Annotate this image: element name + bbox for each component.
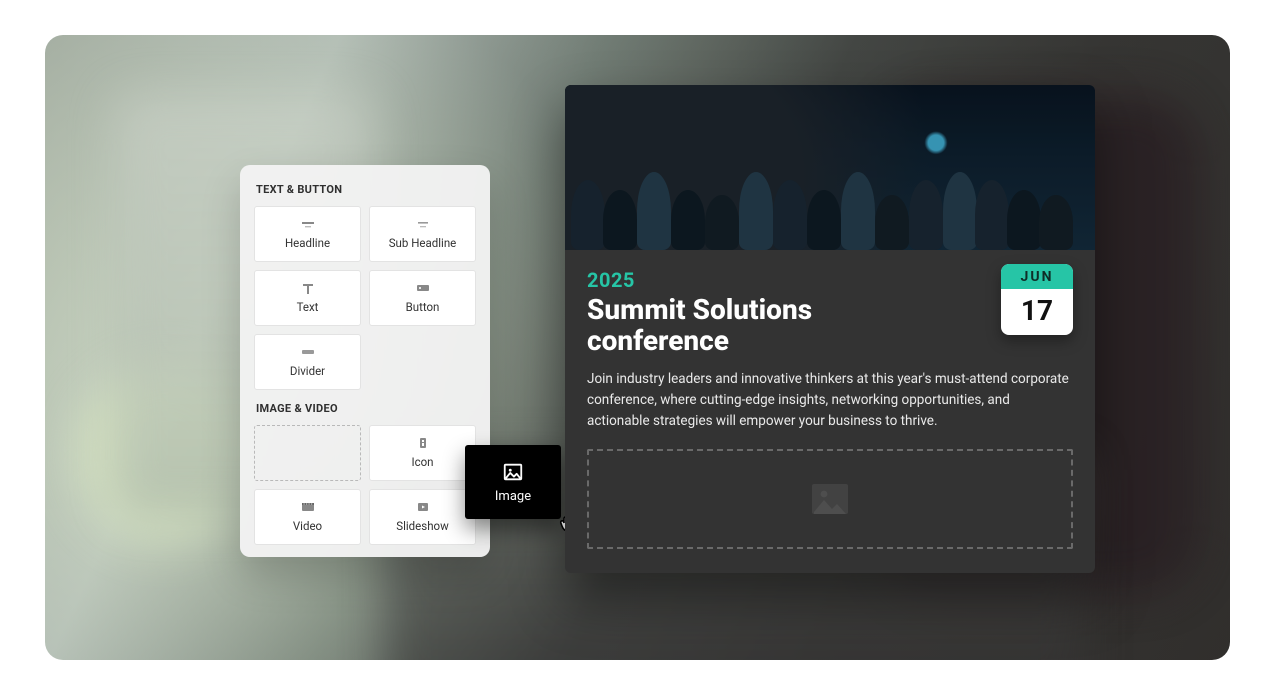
palette-section-heading-text-button: TEXT & BUTTON (256, 183, 474, 196)
tile-text[interactable]: Text (254, 270, 361, 326)
image-dropzone[interactable] (587, 449, 1073, 549)
headline-icon (300, 218, 316, 230)
info-icon (415, 437, 431, 449)
tile-label: Sub Headline (389, 236, 457, 250)
dragging-tile-image[interactable]: Image (465, 445, 561, 519)
sub-headline-icon (415, 218, 431, 230)
preview-card: JUN 17 2025 Summit Solutions conference … (565, 85, 1095, 573)
event-description: Join industry leaders and innovative thi… (587, 369, 1073, 432)
dragging-tile-label: Image (495, 489, 531, 504)
palette-grid-text-button: Headline Sub Headline Text Button (250, 206, 480, 390)
app-canvas: TEXT & BUTTON Headline Sub Headline Text (45, 35, 1230, 660)
date-day: 17 (1001, 289, 1073, 335)
tile-video[interactable]: Video (254, 489, 361, 545)
tile-label: Video (293, 519, 322, 533)
button-icon (415, 282, 431, 294)
hero-image (565, 85, 1095, 250)
tile-label: Button (406, 300, 440, 314)
date-month: JUN (1001, 264, 1073, 289)
card-body: JUN 17 2025 Summit Solutions conference … (565, 250, 1095, 573)
image-icon (502, 461, 524, 483)
tile-button[interactable]: Button (369, 270, 476, 326)
image-placeholder-icon (810, 481, 850, 517)
tile-icon[interactable]: Icon (369, 425, 476, 481)
divider-icon (300, 346, 316, 358)
tile-label: Divider (290, 364, 325, 378)
palette-section-heading-image-video: IMAGE & VIDEO (256, 402, 474, 415)
tile-sub-headline[interactable]: Sub Headline (369, 206, 476, 262)
tile-label: Icon (411, 455, 433, 469)
palette-grid-image-video: Icon Video Slideshow (250, 425, 480, 545)
event-title: Summit Solutions conference (587, 294, 907, 357)
tile-label: Text (297, 300, 319, 314)
tile-slideshow[interactable]: Slideshow (369, 489, 476, 545)
tile-divider[interactable]: Divider (254, 334, 361, 390)
slideshow-icon (415, 501, 431, 513)
tile-headline[interactable]: Headline (254, 206, 361, 262)
tile-label: Headline (285, 236, 330, 250)
text-icon (300, 282, 316, 294)
date-chip: JUN 17 (1001, 264, 1073, 335)
hero-crowd-illustration (565, 85, 1095, 250)
video-icon (300, 501, 316, 513)
tile-image-origin-placeholder[interactable] (254, 425, 361, 481)
tile-label: Slideshow (396, 519, 448, 533)
element-palette: TEXT & BUTTON Headline Sub Headline Text (240, 165, 490, 557)
